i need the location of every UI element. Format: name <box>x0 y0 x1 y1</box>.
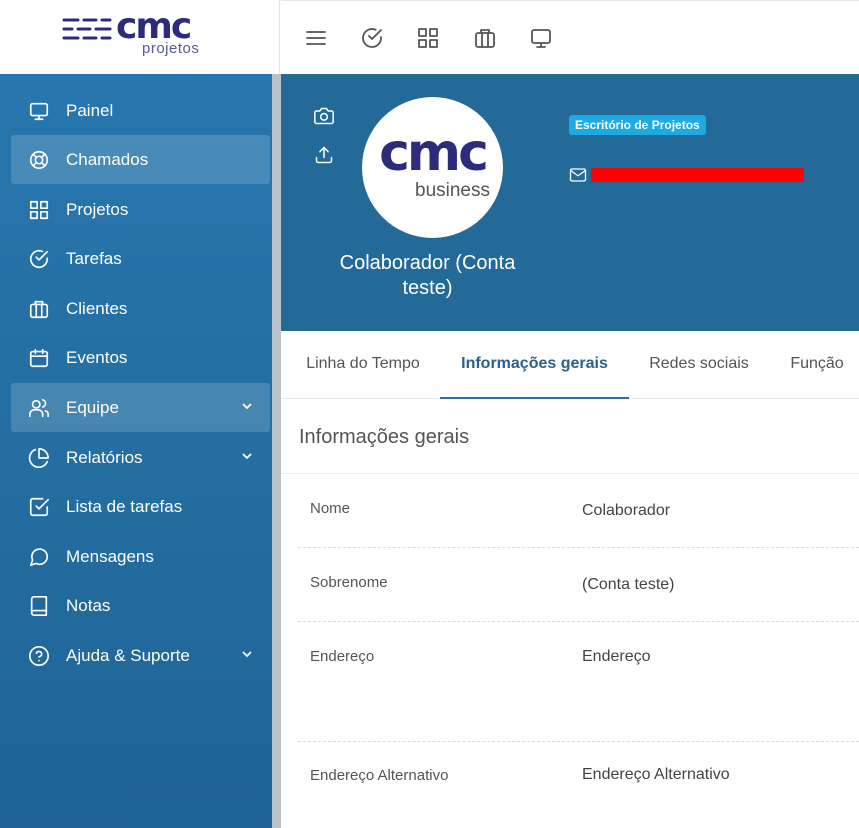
sidebar-item-lista-de-tarefas[interactable]: Lista de tarefas <box>11 482 270 531</box>
row-label: Endereço <box>310 648 375 665</box>
row-label: Nome <box>310 500 351 517</box>
briefcase-icon[interactable] <box>473 26 497 50</box>
info-row-nome: Nome Colaborador <box>298 474 859 548</box>
sidebar-item-label: Tarefas <box>66 249 122 268</box>
sidebar-item-tarefas[interactable]: Tarefas <box>11 234 270 283</box>
help-circle-icon <box>28 645 50 667</box>
avatar[interactable]: cmc business <box>362 97 503 238</box>
avatar-logo-subtitle: business <box>415 180 490 201</box>
sidebar-item-label: Projetos <box>66 200 129 219</box>
mail-icon <box>569 166 587 184</box>
sidebar-item-ajuda-suporte[interactable]: Ajuda & Suporte <box>11 631 270 680</box>
section-title: Informações gerais <box>299 426 470 448</box>
info-row-endereco: Endereço Endereço <box>298 622 859 742</box>
upload-icon[interactable] <box>314 145 334 165</box>
grid-icon <box>28 199 50 221</box>
check-circle-icon <box>28 248 50 270</box>
role-badge: Escritório de Projetos <box>569 115 706 135</box>
info-panel: Informações gerais Nome Colaborador Sobr… <box>281 399 859 828</box>
sidebar-item-label: Relatórios <box>66 448 143 467</box>
row-value: (Conta teste) <box>582 576 675 593</box>
check-circle-icon[interactable] <box>360 26 384 50</box>
logo-lines-icon <box>62 18 112 40</box>
row-value: Endereço <box>582 648 651 665</box>
message-circle-icon <box>28 546 50 568</box>
briefcase-icon <box>28 298 50 320</box>
sidebar-item-label: Mensagens <box>66 547 154 566</box>
profile-tabs: Linha do Tempo Informações gerais Redes … <box>281 331 859 399</box>
sidebar-item-mensagens[interactable]: Mensagens <box>11 532 270 581</box>
tab-linha-do-tempo[interactable]: Linha do Tempo <box>287 331 439 399</box>
sidebar-item-relatorios[interactable]: Relatórios <box>11 433 270 482</box>
sidebar-item-equipe[interactable]: Equipe <box>11 383 270 432</box>
profile-header: cmc business Colaborador (Conta teste) E… <box>281 74 859 331</box>
book-icon <box>28 595 50 617</box>
sidebar-item-clientes[interactable]: Clientes <box>11 284 270 333</box>
row-value: Colaborador <box>582 502 671 519</box>
chevron-down-icon <box>240 449 254 463</box>
sidebar-item-label: Equipe <box>66 398 119 417</box>
logo-subtitle: projetos <box>142 40 200 57</box>
row-label: Endereço Alternativo <box>310 767 449 784</box>
sidebar-item-projetos[interactable]: Projetos <box>11 185 270 234</box>
calendar-icon <box>28 347 50 369</box>
users-icon <box>28 397 50 419</box>
row-label: Sobrenome <box>310 574 388 591</box>
sidebar-item-label: Notas <box>66 596 111 615</box>
monitor-icon <box>28 100 50 122</box>
info-row-endereco-alternativo: Endereço Alternativo Endereço Alternativ… <box>298 742 859 828</box>
sidebar-item-label: Eventos <box>66 348 128 367</box>
sidebar-item-eventos[interactable]: Eventos <box>11 333 270 382</box>
tab-funcao[interactable]: Função <box>777 331 857 399</box>
info-row-sobrenome: Sobrenome (Conta teste) <box>298 548 859 622</box>
grid-icon[interactable] <box>416 26 440 50</box>
sidebar-item-painel[interactable]: Painel <box>11 86 270 135</box>
camera-icon[interactable] <box>314 106 334 126</box>
brand-logo[interactable]: cmc projetos <box>0 0 280 74</box>
sidebar-item-chamados[interactable]: Chamados <box>11 135 270 184</box>
sidebar-item-label: Ajuda & Suporte <box>66 646 190 665</box>
profile-name: Colaborador (Conta teste) <box>339 252 516 299</box>
tab-informacoes-gerais[interactable]: Informações gerais <box>440 331 629 399</box>
sidebar-item-label: Painel <box>66 101 114 120</box>
check-square-icon <box>28 496 50 518</box>
sidebar-item-notas[interactable]: Notas <box>11 581 270 630</box>
redacted-email <box>591 168 804 182</box>
sidebar-item-label: Chamados <box>66 150 149 169</box>
chevron-down-icon <box>240 399 254 413</box>
chevron-down-icon <box>240 647 254 661</box>
sidebar-item-label: Clientes <box>66 299 128 318</box>
menu-icon[interactable] <box>304 26 328 50</box>
sidebar-scrollbar[interactable] <box>272 74 281 828</box>
tab-redes-sociais[interactable]: Redes sociais <box>639 331 759 399</box>
pie-chart-icon <box>28 447 50 469</box>
row-value: Endereço Alternativo <box>582 766 730 783</box>
sidebar: Painel Chamados Projetos Tarefas Cliente… <box>0 74 281 828</box>
lifebuoy-icon <box>28 149 50 171</box>
monitor-icon[interactable] <box>529 26 553 50</box>
top-bar <box>281 0 859 74</box>
avatar-logo-text: cmc <box>379 123 489 183</box>
sidebar-item-label: Lista de tarefas <box>66 497 183 516</box>
